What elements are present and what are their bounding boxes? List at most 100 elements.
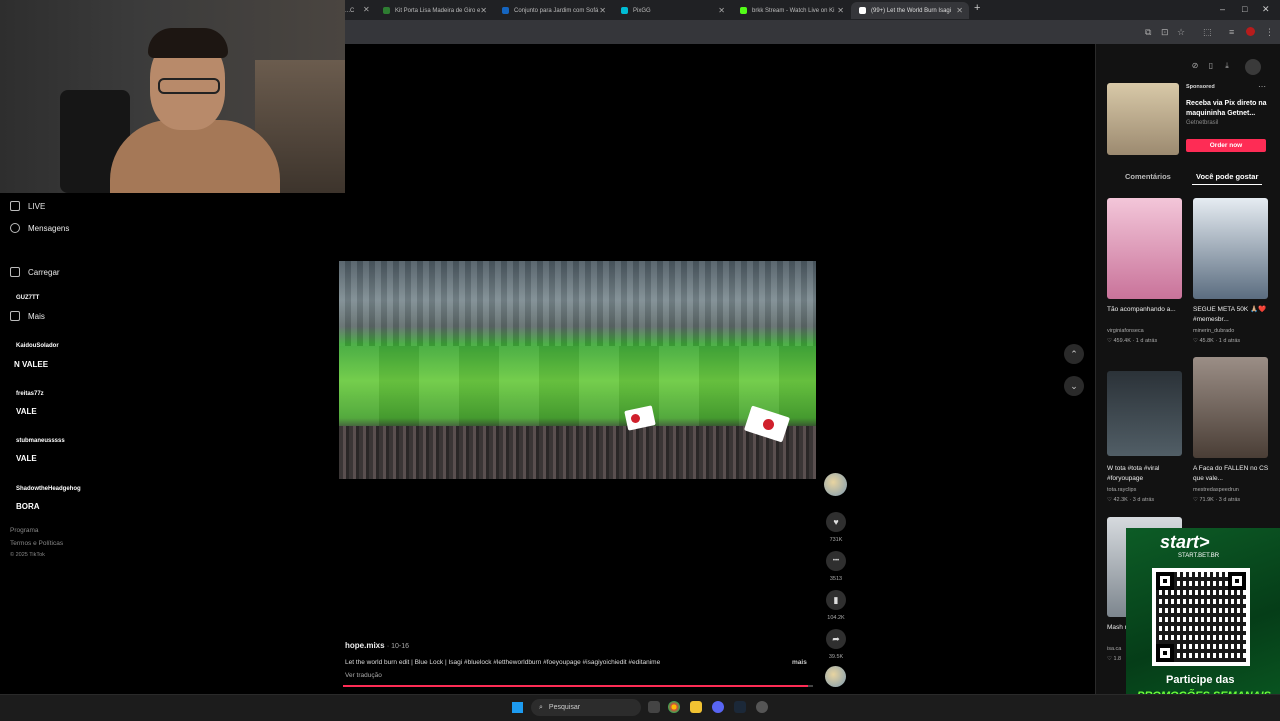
- qr-finder: [1156, 572, 1174, 590]
- translate-link[interactable]: Ver tradução: [345, 672, 382, 679]
- video-card-thumbnail[interactable]: [1107, 198, 1182, 299]
- browser-tab[interactable]: Kit Porta Lisa Madeira de Giro e ✕: [375, 2, 493, 19]
- ad-options-icon[interactable]: ⋯: [1258, 82, 1266, 91]
- video-card-author[interactable]: isa.ca: [1107, 646, 1121, 652]
- footer-copyright: © 2025 TikTok: [10, 552, 45, 558]
- discord-icon[interactable]: [712, 701, 724, 713]
- video-card-title[interactable]: SEGUE META 50K 🙏🏼❤️ #memesbr...: [1193, 305, 1269, 325]
- video-player[interactable]: [339, 261, 816, 479]
- chrome-icon[interactable]: [668, 701, 680, 713]
- video-card-stats: ♡ 45.8K · 1 d atrás: [1193, 338, 1241, 344]
- live-icon: [10, 201, 20, 211]
- nav-item-more[interactable]: Mais: [10, 311, 45, 321]
- browser-tab[interactable]: Conjunto para Jardim com Sofá ✕: [494, 2, 612, 19]
- camera-icon[interactable]: ⊘: [1189, 61, 1201, 73]
- share-button[interactable]: ➦: [826, 629, 846, 649]
- video-card-thumbnail[interactable]: [1193, 357, 1268, 458]
- file-explorer-icon[interactable]: [690, 701, 702, 713]
- video-card-author[interactable]: mestredaspeedrun: [1193, 487, 1239, 493]
- close-tab-icon[interactable]: ✕: [599, 6, 606, 15]
- close-tab-icon[interactable]: ✕: [480, 6, 487, 15]
- order-now-button[interactable]: Order now: [1186, 139, 1266, 152]
- chat-username-badge: stubmaneusssss: [16, 438, 65, 444]
- download-icon[interactable]: ⤓: [1221, 61, 1233, 73]
- comment-count: 3513: [829, 576, 843, 582]
- task-view-icon[interactable]: [648, 701, 660, 713]
- windows-start-icon[interactable]: [512, 702, 523, 713]
- browser-tab[interactable]: PixGG ✕: [613, 2, 731, 19]
- close-tab-icon[interactable]: ✕: [837, 6, 844, 15]
- user-avatar[interactable]: [1245, 59, 1261, 75]
- video-progress-bar[interactable]: [343, 685, 813, 687]
- install-icon[interactable]: ⊡: [1161, 27, 1169, 38]
- video-card-author[interactable]: tota.rayclips: [1107, 487, 1136, 493]
- video-card-thumbnail[interactable]: [1193, 198, 1268, 299]
- more-button[interactable]: mais: [792, 659, 807, 666]
- extensions-icon[interactable]: ⬚: [1203, 27, 1212, 38]
- qr-finder: [1228, 572, 1246, 590]
- chat-username-badge: freitas77z: [16, 391, 44, 397]
- profile-avatar[interactable]: [1246, 27, 1255, 36]
- tiktok-favicon-icon: [859, 7, 866, 14]
- ad-thumbnail[interactable]: [1107, 83, 1179, 155]
- minimize-button[interactable]: –: [1220, 4, 1225, 14]
- video-card-title[interactable]: Tão acompanhando a...: [1107, 305, 1183, 315]
- bookmark-star-icon[interactable]: ☆: [1177, 27, 1185, 38]
- tab-comments[interactable]: Comentários: [1125, 172, 1171, 181]
- active-tab-indicator: [1192, 184, 1262, 185]
- footer-link-terms[interactable]: Termos e Políticas: [10, 540, 63, 547]
- tab-favicon-icon: [621, 7, 628, 14]
- translate-icon[interactable]: ⧉: [1145, 27, 1151, 38]
- share-icon: ➦: [832, 633, 840, 644]
- music-disc-avatar[interactable]: [825, 666, 846, 687]
- steam-icon[interactable]: [734, 701, 746, 713]
- browser-tab-active[interactable]: (99+) Let the World Burn Isagi ✕: [851, 2, 969, 19]
- close-tab-icon[interactable]: ✕: [363, 5, 370, 14]
- chat-username-badge: KaidouSolador: [16, 343, 59, 349]
- video-card-title[interactable]: A Faca do FALLEN no CS que vale...: [1193, 464, 1269, 484]
- new-tab-button[interactable]: +: [974, 2, 980, 14]
- pip-icon[interactable]: ▯: [1205, 61, 1217, 73]
- more-icon: [10, 311, 20, 321]
- video-progress-fill: [343, 685, 809, 687]
- browser-tab[interactable]: ...C: [345, 2, 359, 19]
- nav-item-messages[interactable]: Mensagens: [10, 223, 69, 233]
- video-card-title[interactable]: W tota #tota #viral #foryoupage: [1107, 464, 1183, 484]
- menu-icon[interactable]: ⋮: [1265, 27, 1274, 38]
- close-tab-icon[interactable]: ✕: [718, 6, 725, 15]
- save-count: 104.2K: [827, 615, 845, 621]
- sponsored-label: Sponsored: [1186, 84, 1215, 90]
- nav-item-live[interactable]: LIVE: [10, 201, 45, 211]
- video-card-author[interactable]: virginiafonseca: [1107, 328, 1144, 334]
- footer-link-program[interactable]: Programa: [10, 527, 39, 534]
- taskbar-search[interactable]: ⌕ Pesquisar: [531, 699, 641, 716]
- video-card-thumbnail[interactable]: [1107, 371, 1182, 456]
- creator-avatar[interactable]: [824, 473, 847, 496]
- previous-video-button[interactable]: ⌃: [1064, 344, 1084, 364]
- like-button[interactable]: ♥: [826, 512, 846, 532]
- video-description: Let the world burn edit | Blue Lock | Is…: [345, 659, 661, 666]
- comment-button[interactable]: •••: [826, 551, 846, 571]
- video-date: 10-16: [391, 643, 409, 650]
- video-card-author[interactable]: minerin_dubrado: [1193, 328, 1234, 334]
- close-tab-icon[interactable]: ✕: [956, 6, 963, 15]
- qr-finder: [1156, 644, 1174, 662]
- like-count: 731K: [829, 537, 843, 543]
- close-window-button[interactable]: ✕: [1262, 4, 1270, 15]
- promo-logo: start>: [1160, 532, 1210, 552]
- chat-username-badge: ShadowtheHeadgehog: [16, 486, 81, 492]
- maximize-button[interactable]: □: [1242, 4, 1247, 14]
- nav-item-upload[interactable]: Carregar: [10, 267, 60, 277]
- ad-title[interactable]: Receba via Pix direto na maquininha Getn…: [1186, 99, 1271, 119]
- video-author[interactable]: hope.mixs · 10-16: [345, 641, 409, 650]
- browser-tab[interactable]: brkk Stream - Watch Live on Ki ✕: [732, 2, 850, 19]
- next-video-button[interactable]: ⌄: [1064, 376, 1084, 396]
- chat-message: N VALEE: [14, 360, 49, 369]
- save-button[interactable]: ▮: [826, 590, 846, 610]
- media-icon[interactable]: ≡: [1229, 27, 1234, 37]
- comment-icon: •••: [832, 558, 840, 564]
- settings-icon[interactable]: [756, 701, 768, 713]
- webcam-streamer-hair: [148, 28, 228, 58]
- qr-code: [1152, 568, 1250, 666]
- tab-recommended[interactable]: Você pode gostar: [1196, 172, 1258, 181]
